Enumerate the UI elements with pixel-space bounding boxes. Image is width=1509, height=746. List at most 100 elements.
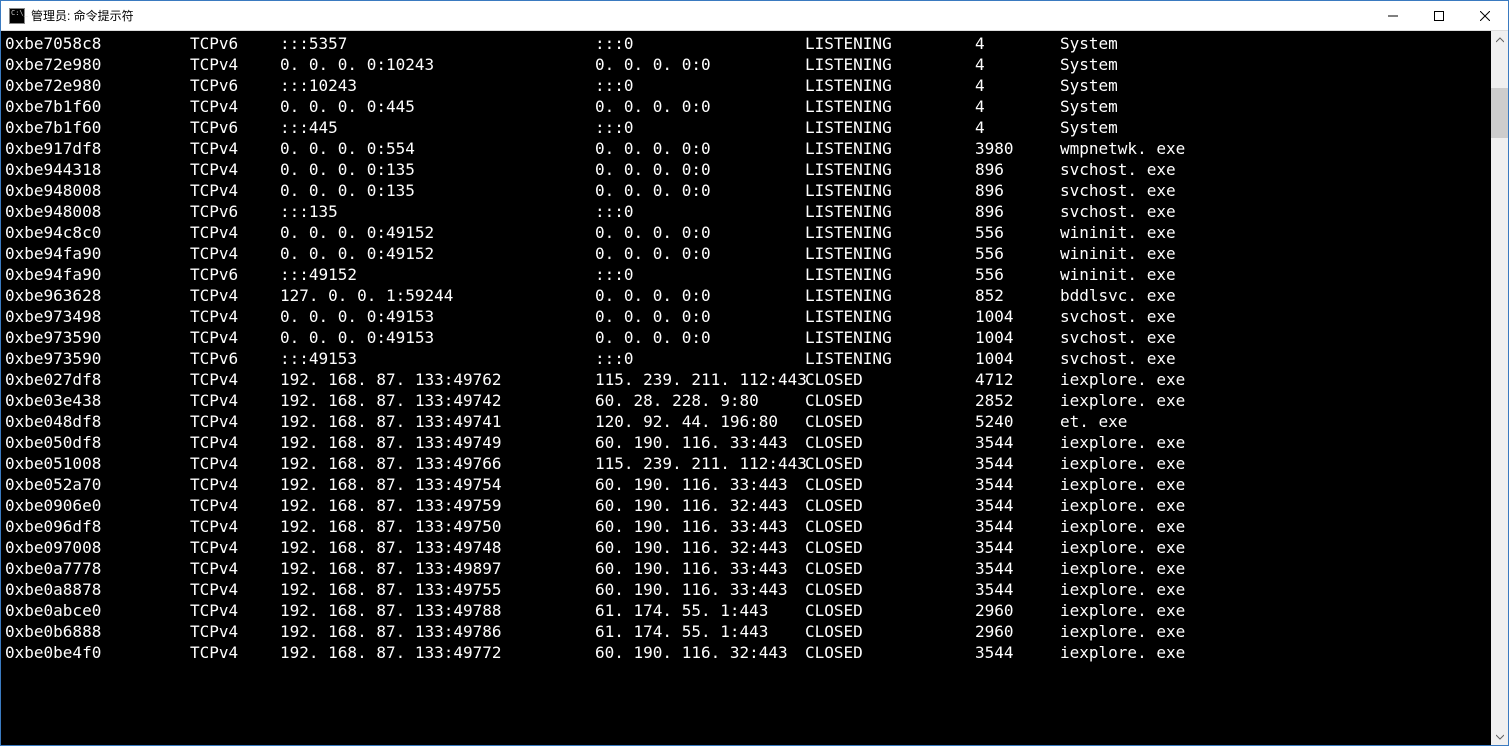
col-proto: TCPv4 [190, 516, 280, 537]
table-row: 0xbe027df8TCPv4192. 168. 87. 133:4976211… [5, 369, 1508, 390]
col-proc: System [1060, 75, 1508, 96]
col-local: 192. 168. 87. 133:49754 [280, 474, 595, 495]
col-proto: TCPv4 [190, 390, 280, 411]
table-row: 0xbe72e980TCPv40. 0. 0. 0:102430. 0. 0. … [5, 54, 1508, 75]
col-state: CLOSED [805, 411, 975, 432]
col-state: LISTENING [805, 33, 975, 54]
table-row: 0xbe050df8TCPv4192. 168. 87. 133:4974960… [5, 432, 1508, 453]
col-state: CLOSED [805, 390, 975, 411]
maximize-button[interactable] [1416, 1, 1462, 31]
table-row: 0xbe048df8TCPv4192. 168. 87. 133:4974112… [5, 411, 1508, 432]
col-proc: svchost. exe [1060, 306, 1508, 327]
titlebar[interactable]: 管理员: 命令提示符 [1, 1, 1508, 31]
col-remote: 60. 190. 116. 32:443 [595, 537, 805, 558]
col-state: CLOSED [805, 579, 975, 600]
col-offset: 0xbe948008 [5, 180, 190, 201]
col-pid: 4 [975, 117, 1060, 138]
col-remote: :::0 [595, 201, 805, 222]
col-offset: 0xbe973590 [5, 348, 190, 369]
col-remote: 0. 0. 0. 0:0 [595, 306, 805, 327]
col-remote: 60. 190. 116. 33:443 [595, 474, 805, 495]
col-remote: 60. 190. 116. 32:443 [595, 642, 805, 663]
table-row: 0xbe7b1f60TCPv40. 0. 0. 0:4450. 0. 0. 0:… [5, 96, 1508, 117]
col-local: 192. 168. 87. 133:49749 [280, 432, 595, 453]
table-row: 0xbe0b6888TCPv4192. 168. 87. 133:4978661… [5, 621, 1508, 642]
col-proto: TCPv6 [190, 264, 280, 285]
vertical-scrollbar[interactable] [1491, 31, 1508, 745]
col-remote: 0. 0. 0. 0:0 [595, 327, 805, 348]
col-state: CLOSED [805, 432, 975, 453]
col-pid: 896 [975, 180, 1060, 201]
col-offset: 0xbe917df8 [5, 138, 190, 159]
col-proc: iexplore. exe [1060, 642, 1508, 663]
table-row: 0xbe94c8c0TCPv40. 0. 0. 0:491520. 0. 0. … [5, 222, 1508, 243]
table-row: 0xbe72e980TCPv6:::10243:::0LISTENING4Sys… [5, 75, 1508, 96]
col-proto: TCPv4 [190, 558, 280, 579]
col-proto: TCPv4 [190, 180, 280, 201]
col-offset: 0xbe973590 [5, 327, 190, 348]
col-proc: iexplore. exe [1060, 621, 1508, 642]
table-row: 0xbe973590TCPv6:::49153:::0LISTENING1004… [5, 348, 1508, 369]
col-remote: 0. 0. 0. 0:0 [595, 285, 805, 306]
scroll-down-button[interactable] [1491, 728, 1508, 745]
scroll-up-button[interactable] [1491, 31, 1508, 48]
col-remote: 0. 0. 0. 0:0 [595, 96, 805, 117]
col-state: CLOSED [805, 495, 975, 516]
col-remote: 61. 174. 55. 1:443 [595, 600, 805, 621]
col-state: LISTENING [805, 285, 975, 306]
col-proc: System [1060, 96, 1508, 117]
col-state: CLOSED [805, 642, 975, 663]
col-pid: 1004 [975, 306, 1060, 327]
scrollbar-track[interactable] [1491, 48, 1508, 728]
col-offset: 0xbe0906e0 [5, 495, 190, 516]
col-proto: TCPv4 [190, 432, 280, 453]
col-proto: TCPv4 [190, 537, 280, 558]
col-proto: TCPv4 [190, 474, 280, 495]
col-proc: System [1060, 117, 1508, 138]
col-proto: TCPv4 [190, 495, 280, 516]
col-state: CLOSED [805, 537, 975, 558]
col-state: LISTENING [805, 306, 975, 327]
col-proto: TCPv6 [190, 33, 280, 54]
minimize-button[interactable] [1370, 1, 1416, 31]
col-state: CLOSED [805, 369, 975, 390]
table-row: 0xbe917df8TCPv40. 0. 0. 0:5540. 0. 0. 0:… [5, 138, 1508, 159]
col-state: LISTENING [805, 243, 975, 264]
col-local: 192. 168. 87. 133:49786 [280, 621, 595, 642]
col-pid: 3544 [975, 537, 1060, 558]
close-button[interactable] [1462, 1, 1508, 31]
col-remote: :::0 [595, 33, 805, 54]
scrollbar-thumb[interactable] [1491, 88, 1508, 138]
col-proto: TCPv4 [190, 159, 280, 180]
col-state: CLOSED [805, 558, 975, 579]
col-proc: iexplore. exe [1060, 453, 1508, 474]
col-offset: 0xbe963628 [5, 285, 190, 306]
col-local: 0. 0. 0. 0:445 [280, 96, 595, 117]
col-local: 0. 0. 0. 0:135 [280, 180, 595, 201]
col-remote: 0. 0. 0. 0:0 [595, 159, 805, 180]
col-proto: TCPv4 [190, 327, 280, 348]
col-local: 0. 0. 0. 0:49153 [280, 306, 595, 327]
col-remote: :::0 [595, 264, 805, 285]
col-proto: TCPv4 [190, 621, 280, 642]
table-row: 0xbe0a8878TCPv4192. 168. 87. 133:4975560… [5, 579, 1508, 600]
col-offset: 0xbe94fa90 [5, 264, 190, 285]
col-local: 192. 168. 87. 133:49750 [280, 516, 595, 537]
col-offset: 0xbe94c8c0 [5, 222, 190, 243]
col-local: 192. 168. 87. 133:49766 [280, 453, 595, 474]
col-remote: 0. 0. 0. 0:0 [595, 180, 805, 201]
col-local: 192. 168. 87. 133:49748 [280, 537, 595, 558]
col-offset: 0xbe973498 [5, 306, 190, 327]
col-local: :::445 [280, 117, 595, 138]
table-row: 0xbe7058c8TCPv6:::5357:::0LISTENING4Syst… [5, 33, 1508, 54]
col-pid: 3544 [975, 516, 1060, 537]
terminal-output[interactable]: 0xbe7058c8TCPv6:::5357:::0LISTENING4Syst… [1, 31, 1508, 745]
table-row: 0xbe0906e0TCPv4192. 168. 87. 133:4975960… [5, 495, 1508, 516]
col-state: LISTENING [805, 138, 975, 159]
col-state: LISTENING [805, 75, 975, 96]
col-proc: svchost. exe [1060, 348, 1508, 369]
col-proto: TCPv4 [190, 642, 280, 663]
col-proto: TCPv6 [190, 75, 280, 96]
col-offset: 0xbe096df8 [5, 516, 190, 537]
col-remote: 0. 0. 0. 0:0 [595, 222, 805, 243]
